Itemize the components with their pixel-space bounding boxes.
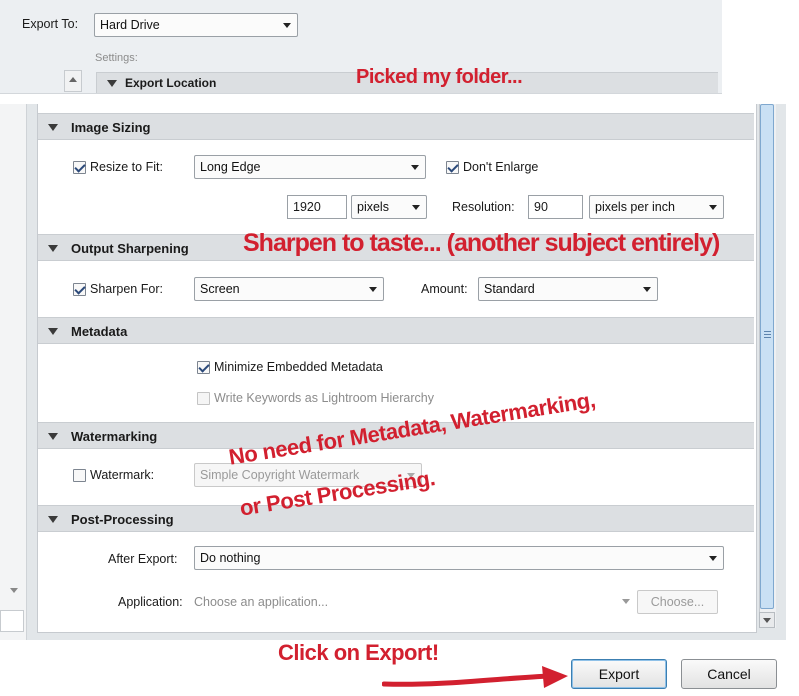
section-header-image-sizing[interactable]: Image Sizing bbox=[38, 113, 754, 140]
sharpen-for-label: Sharpen For: bbox=[90, 282, 163, 296]
sharpen-for-checkbox[interactable] bbox=[73, 283, 86, 296]
write-keywords-checkbox[interactable] bbox=[197, 392, 210, 405]
choose-application-button[interactable]: Choose... bbox=[637, 590, 718, 614]
chevron-down-icon[interactable] bbox=[10, 588, 18, 593]
resolution-unit-dropdown[interactable]: pixels per inch bbox=[589, 195, 724, 219]
arrow-right-icon bbox=[382, 666, 568, 688]
disclosure-triangle-icon bbox=[48, 516, 58, 523]
section-title: Export Location bbox=[125, 76, 217, 90]
dont-enlarge-label: Don't Enlarge bbox=[463, 160, 539, 174]
amount-label: Amount: bbox=[421, 282, 468, 296]
disclosure-triangle-icon bbox=[48, 328, 58, 335]
section-title: Post-Processing bbox=[71, 512, 174, 527]
chevron-down-icon bbox=[709, 205, 717, 210]
chevron-down-icon bbox=[283, 23, 291, 28]
annotation-sharpen: Sharpen to taste... (another subject ent… bbox=[243, 229, 720, 257]
settings-label: Settings: bbox=[95, 52, 138, 64]
scroll-down-button[interactable] bbox=[759, 612, 775, 628]
chevron-down-icon bbox=[369, 287, 377, 292]
section-title: Metadata bbox=[71, 324, 128, 339]
watermark-checkbox[interactable] bbox=[73, 469, 86, 482]
export-button[interactable]: Export bbox=[571, 659, 667, 689]
export-to-dropdown[interactable]: Hard Drive bbox=[94, 13, 298, 37]
disclosure-triangle-icon bbox=[48, 433, 58, 440]
sharpen-for-value: Screen bbox=[200, 282, 240, 296]
resize-to-fit-label: Resize to Fit: bbox=[90, 160, 163, 174]
minimize-metadata-label: Minimize Embedded Metadata bbox=[214, 360, 383, 374]
write-keywords-label: Write Keywords as Lightroom Hierarchy bbox=[214, 391, 434, 405]
minimize-metadata-checkbox[interactable] bbox=[197, 361, 210, 374]
amount-value: Standard bbox=[484, 282, 535, 296]
size-unit-value: pixels bbox=[357, 200, 389, 214]
after-export-value: Do nothing bbox=[200, 551, 261, 565]
disclosure-triangle-icon bbox=[107, 80, 117, 87]
chevron-down-icon bbox=[412, 205, 420, 210]
chevron-down-icon bbox=[643, 287, 651, 292]
section-title: Watermarking bbox=[71, 429, 158, 444]
size-unit-dropdown[interactable]: pixels bbox=[351, 195, 427, 219]
chevron-up-icon bbox=[69, 77, 77, 82]
section-title: Image Sizing bbox=[71, 120, 151, 135]
dont-enlarge-checkbox[interactable] bbox=[446, 161, 459, 174]
section-header-metadata[interactable]: Metadata bbox=[38, 317, 754, 344]
amount-dropdown[interactable]: Standard bbox=[478, 277, 658, 301]
watermark-label: Watermark: bbox=[90, 468, 155, 482]
grip-line bbox=[764, 337, 771, 338]
export-to-value: Hard Drive bbox=[100, 18, 160, 32]
chevron-down-icon[interactable] bbox=[622, 599, 630, 604]
grip-line bbox=[764, 334, 771, 335]
annotation-click-export: Click on Export! bbox=[278, 640, 439, 665]
export-to-label: Export To: bbox=[22, 17, 79, 31]
resolution-input[interactable]: 90 bbox=[528, 195, 583, 219]
resize-to-fit-checkbox[interactable] bbox=[73, 161, 86, 174]
preset-list-footer bbox=[0, 610, 24, 632]
application-label: Application: bbox=[118, 595, 183, 609]
annotation-picked-folder: Picked my folder... bbox=[356, 66, 523, 88]
disclosure-triangle-icon bbox=[48, 245, 58, 252]
scrollbar-thumb[interactable] bbox=[760, 104, 774, 609]
after-export-dropdown[interactable]: Do nothing bbox=[194, 546, 724, 570]
application-field[interactable]: Choose an application... bbox=[194, 595, 328, 609]
resolution-unit-value: pixels per inch bbox=[595, 200, 675, 214]
cancel-button[interactable]: Cancel bbox=[681, 659, 777, 689]
preset-sidebar bbox=[0, 104, 27, 640]
after-export-label: After Export: bbox=[108, 552, 178, 566]
section-header-post-processing[interactable]: Post-Processing bbox=[38, 505, 754, 532]
section-title: Output Sharpening bbox=[71, 241, 189, 256]
resize-mode-dropdown[interactable]: Long Edge bbox=[194, 155, 426, 179]
chevron-down-icon bbox=[411, 165, 419, 170]
preset-scroll-up[interactable] bbox=[64, 70, 82, 92]
disclosure-triangle-icon bbox=[48, 124, 58, 131]
size-input[interactable]: 1920 bbox=[287, 195, 347, 219]
resize-mode-value: Long Edge bbox=[200, 160, 261, 174]
resolution-label: Resolution: bbox=[452, 200, 515, 214]
sharpen-for-dropdown[interactable]: Screen bbox=[194, 277, 384, 301]
grip-line bbox=[764, 331, 771, 332]
chevron-down-icon bbox=[709, 556, 717, 561]
